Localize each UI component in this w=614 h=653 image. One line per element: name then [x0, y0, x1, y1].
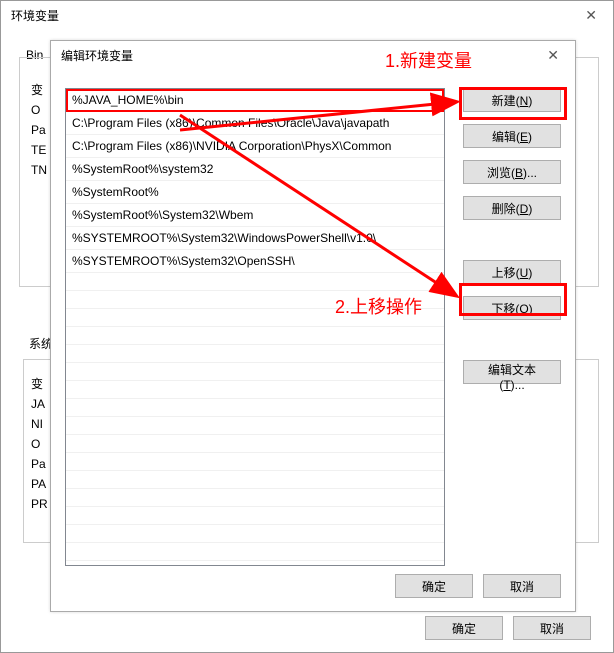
- hint-row: TE: [31, 140, 47, 160]
- parent-titlebar: 环境变量 ✕: [1, 1, 613, 30]
- list-item[interactable]: %JAVA_HOME%\bin: [66, 89, 444, 112]
- list-item[interactable]: %SystemRoot%\System32\Wbem: [66, 204, 444, 227]
- side-buttons: 新建(N) 编辑(E) 浏览(B)... 删除(D) 上移(U) 下移(O) 编…: [463, 88, 561, 396]
- child-cancel-button[interactable]: 取消: [483, 574, 561, 598]
- edit-env-var-dialog: 编辑环境变量 ✕ %JAVA_HOME%\bin C:\Program File…: [50, 40, 576, 612]
- move-down-button[interactable]: 下移(O): [463, 296, 561, 320]
- parent-bottom-buttons: 确定 取消: [425, 616, 591, 640]
- hint-row: O: [31, 100, 47, 120]
- hint-row: TN: [31, 160, 47, 180]
- hint-row: NI: [31, 414, 48, 434]
- browse-button[interactable]: 浏览(B)...: [463, 160, 561, 184]
- hint-row: PA: [31, 474, 48, 494]
- child-ok-button[interactable]: 确定: [395, 574, 473, 598]
- close-icon[interactable]: ✕: [541, 47, 565, 64]
- close-icon[interactable]: ✕: [579, 7, 603, 24]
- path-listbox[interactable]: %JAVA_HOME%\bin C:\Program Files (x86)\C…: [65, 88, 445, 566]
- hint-row: 变: [31, 374, 48, 394]
- user-vars-hint: 变 O Pa TE TN: [31, 80, 47, 180]
- new-button[interactable]: 新建(N): [463, 88, 561, 112]
- parent-cancel-button[interactable]: 取消: [513, 616, 591, 640]
- hint-row: Pa: [31, 120, 47, 140]
- edit-button[interactable]: 编辑(E): [463, 124, 561, 148]
- list-item[interactable]: %SYSTEMROOT%\System32\WindowsPowerShell\…: [66, 227, 444, 250]
- hint-row: Pa: [31, 454, 48, 474]
- child-titlebar: 编辑环境变量 ✕: [51, 41, 575, 70]
- list-item[interactable]: %SystemRoot%: [66, 181, 444, 204]
- hint-row: 变: [31, 80, 47, 100]
- parent-ok-button[interactable]: 确定: [425, 616, 503, 640]
- edit-text-button[interactable]: 编辑文本(T)...: [463, 360, 561, 384]
- list-item[interactable]: %SYSTEMROOT%\System32\OpenSSH\: [66, 250, 444, 273]
- list-item[interactable]: %SystemRoot%\system32: [66, 158, 444, 181]
- move-up-button[interactable]: 上移(U): [463, 260, 561, 284]
- child-body: %JAVA_HOME%\bin C:\Program Files (x86)\C…: [51, 70, 575, 610]
- child-title: 编辑环境变量: [61, 47, 133, 64]
- hint-row: O: [31, 434, 48, 454]
- parent-title: 环境变量: [11, 7, 59, 24]
- delete-button[interactable]: 删除(D): [463, 196, 561, 220]
- list-item[interactable]: C:\Program Files (x86)\NVIDIA Corporatio…: [66, 135, 444, 158]
- child-bottom-buttons: 确定 取消: [395, 574, 561, 598]
- list-item[interactable]: C:\Program Files (x86)\Common Files\Orac…: [66, 112, 444, 135]
- hint-row: PR: [31, 494, 48, 514]
- system-vars-hint: 变 JA NI O Pa PA PR: [31, 374, 48, 514]
- hint-row: JA: [31, 394, 48, 414]
